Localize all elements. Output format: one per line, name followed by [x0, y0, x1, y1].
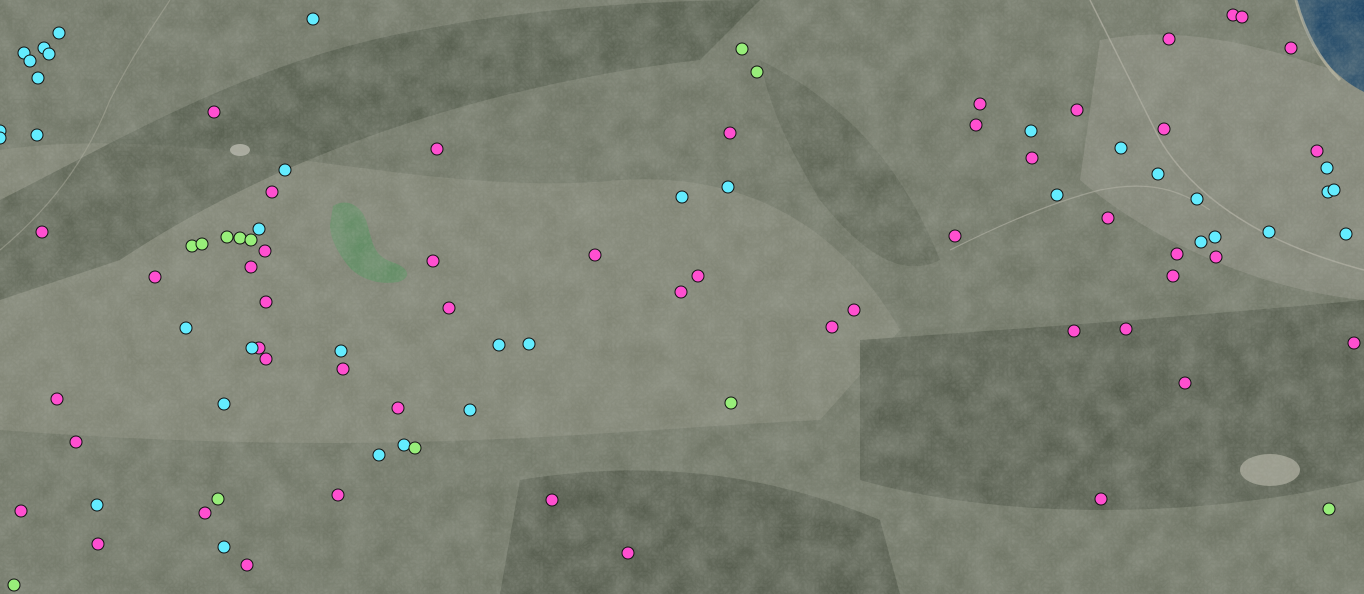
- green-map-marker[interactable]: [750, 65, 764, 79]
- pink-map-marker[interactable]: [442, 301, 456, 315]
- pink-map-marker[interactable]: [69, 435, 83, 449]
- pink-map-marker[interactable]: [969, 118, 983, 132]
- pink-map-marker[interactable]: [1119, 322, 1133, 336]
- cyan-map-marker[interactable]: [1114, 141, 1128, 155]
- pink-map-marker[interactable]: [148, 270, 162, 284]
- green-map-marker[interactable]: [211, 492, 225, 506]
- pink-map-marker[interactable]: [691, 269, 705, 283]
- pink-map-marker[interactable]: [1067, 324, 1081, 338]
- cyan-map-marker[interactable]: [42, 47, 56, 61]
- pink-map-marker[interactable]: [430, 142, 444, 156]
- cyan-map-marker[interactable]: [1339, 227, 1353, 241]
- pink-map-marker[interactable]: [259, 295, 273, 309]
- cyan-map-marker[interactable]: [675, 190, 689, 204]
- pink-map-marker[interactable]: [1284, 41, 1298, 55]
- pink-map-marker[interactable]: [1235, 10, 1249, 24]
- cyan-map-marker[interactable]: [245, 341, 259, 355]
- cyan-map-marker[interactable]: [1190, 192, 1204, 206]
- pink-map-marker[interactable]: [14, 504, 28, 518]
- pink-map-marker[interactable]: [1094, 492, 1108, 506]
- cyan-map-marker[interactable]: [90, 498, 104, 512]
- cyan-map-marker[interactable]: [1262, 225, 1276, 239]
- cyan-map-marker[interactable]: [1024, 124, 1038, 138]
- pink-map-marker[interactable]: [1162, 32, 1176, 46]
- pink-map-marker[interactable]: [1157, 122, 1171, 136]
- cyan-map-marker[interactable]: [721, 180, 735, 194]
- pink-map-marker[interactable]: [426, 254, 440, 268]
- pink-map-marker[interactable]: [198, 506, 212, 520]
- green-map-marker[interactable]: [735, 42, 749, 56]
- cyan-map-marker[interactable]: [306, 12, 320, 26]
- cyan-map-marker[interactable]: [217, 397, 231, 411]
- pink-map-marker[interactable]: [240, 558, 254, 572]
- pink-map-marker[interactable]: [621, 546, 635, 560]
- cyan-map-marker[interactable]: [31, 71, 45, 85]
- green-map-marker[interactable]: [244, 233, 258, 247]
- pink-map-marker[interactable]: [1166, 269, 1180, 283]
- cyan-map-marker[interactable]: [1320, 161, 1334, 175]
- pink-map-marker[interactable]: [545, 493, 559, 507]
- pink-map-marker[interactable]: [336, 362, 350, 376]
- pink-map-marker[interactable]: [825, 320, 839, 334]
- pink-map-marker[interactable]: [1025, 151, 1039, 165]
- pink-map-marker[interactable]: [588, 248, 602, 262]
- pink-map-marker[interactable]: [207, 105, 221, 119]
- pink-map-marker[interactable]: [91, 537, 105, 551]
- pink-map-marker[interactable]: [1178, 376, 1192, 390]
- pink-map-marker[interactable]: [259, 352, 273, 366]
- pink-map-marker[interactable]: [1170, 247, 1184, 261]
- pink-map-marker[interactable]: [1070, 103, 1084, 117]
- satellite-map[interactable]: [0, 0, 1364, 594]
- pink-map-marker[interactable]: [391, 401, 405, 415]
- pink-map-marker[interactable]: [1310, 144, 1324, 158]
- green-map-marker[interactable]: [1322, 502, 1336, 516]
- pink-map-marker[interactable]: [35, 225, 49, 239]
- pink-map-marker[interactable]: [50, 392, 64, 406]
- cyan-map-marker[interactable]: [1194, 235, 1208, 249]
- green-map-marker[interactable]: [724, 396, 738, 410]
- pink-map-marker[interactable]: [258, 244, 272, 258]
- green-map-marker[interactable]: [408, 441, 422, 455]
- cyan-map-marker[interactable]: [1208, 230, 1222, 244]
- cyan-map-marker[interactable]: [179, 321, 193, 335]
- cyan-map-marker[interactable]: [23, 54, 37, 68]
- pink-map-marker[interactable]: [265, 185, 279, 199]
- green-map-marker[interactable]: [7, 578, 21, 592]
- cyan-map-marker[interactable]: [1151, 167, 1165, 181]
- pink-map-marker[interactable]: [331, 488, 345, 502]
- pink-map-marker[interactable]: [723, 126, 737, 140]
- green-map-marker[interactable]: [220, 230, 234, 244]
- cyan-map-marker[interactable]: [278, 163, 292, 177]
- pink-map-marker[interactable]: [674, 285, 688, 299]
- cyan-map-marker[interactable]: [1050, 188, 1064, 202]
- cyan-map-marker[interactable]: [52, 26, 66, 40]
- cyan-map-marker[interactable]: [463, 403, 477, 417]
- cyan-map-marker[interactable]: [522, 337, 536, 351]
- cyan-map-marker[interactable]: [1327, 183, 1341, 197]
- cyan-map-marker[interactable]: [372, 448, 386, 462]
- cyan-map-marker[interactable]: [30, 128, 44, 142]
- pink-map-marker[interactable]: [244, 260, 258, 274]
- pink-map-marker[interactable]: [1101, 211, 1115, 225]
- pink-map-marker[interactable]: [847, 303, 861, 317]
- cyan-map-marker[interactable]: [492, 338, 506, 352]
- cyan-map-marker[interactable]: [217, 540, 231, 554]
- pink-map-marker[interactable]: [973, 97, 987, 111]
- pink-map-marker[interactable]: [1209, 250, 1223, 264]
- pink-map-marker[interactable]: [1347, 336, 1361, 350]
- cyan-map-marker[interactable]: [334, 344, 348, 358]
- green-map-marker[interactable]: [195, 237, 209, 251]
- pink-map-marker[interactable]: [948, 229, 962, 243]
